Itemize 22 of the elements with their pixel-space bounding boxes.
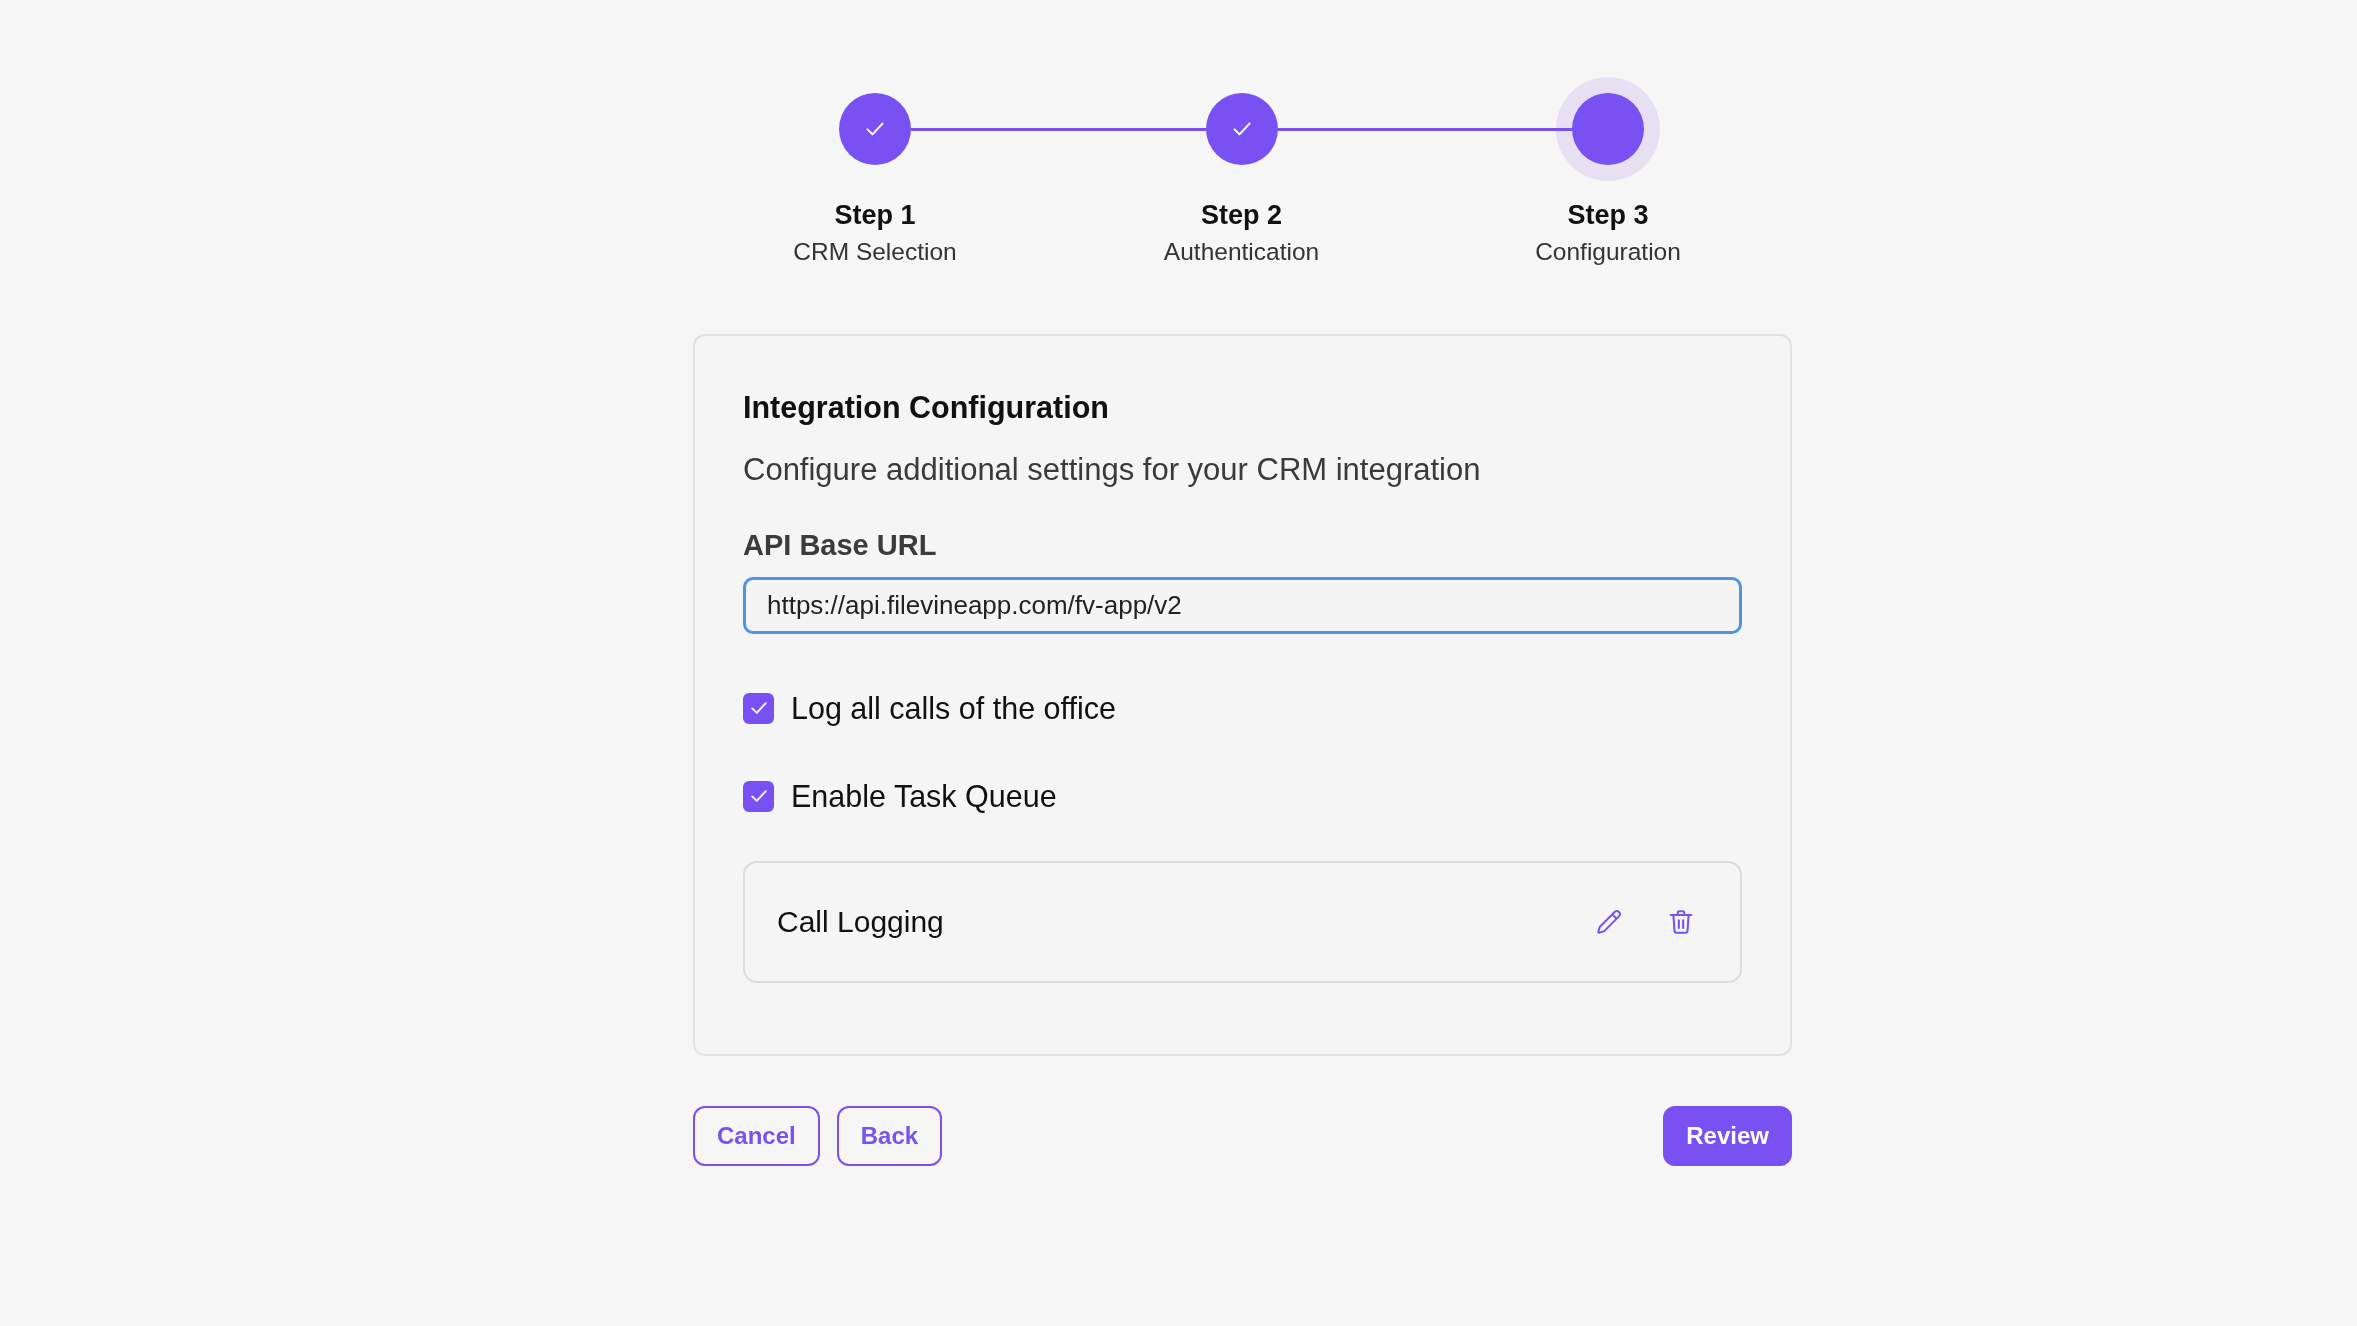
card-title: Integration Configuration — [743, 389, 1110, 426]
action-button[interactable]: Back — [836, 1106, 943, 1166]
step-title: Step 1 — [834, 199, 916, 232]
delete-icon[interactable] — [1668, 909, 1694, 935]
checkbox[interactable] — [743, 780, 774, 812]
checkbox-label: Log all calls of the office — [791, 690, 1116, 728]
step-title: Step 2 — [1201, 199, 1282, 232]
step-subtitle: Authentication — [1163, 237, 1320, 267]
check-icon — [749, 699, 768, 717]
step-title: Step 3 — [1567, 199, 1649, 232]
edit-icon[interactable] — [1596, 909, 1622, 935]
action-button[interactable]: Cancel — [693, 1106, 820, 1166]
checkbox[interactable] — [743, 692, 774, 724]
step-subtitle: Configuration — [1535, 237, 1681, 267]
card-description: Configure additional settings for your CRM integration — [743, 451, 1482, 489]
url-input-field[interactable]: https://api.filevineapp.com/fv-app/v2 — [743, 577, 1742, 634]
checkbox-label: Enable Task Queue — [791, 778, 1057, 815]
action-button[interactable]: Review — [1663, 1106, 1792, 1166]
item-label: Call Logging — [777, 904, 944, 940]
field-label: API Base URL — [743, 528, 938, 563]
step-subtitle: CRM Selection — [793, 237, 957, 267]
check-icon — [749, 787, 768, 805]
